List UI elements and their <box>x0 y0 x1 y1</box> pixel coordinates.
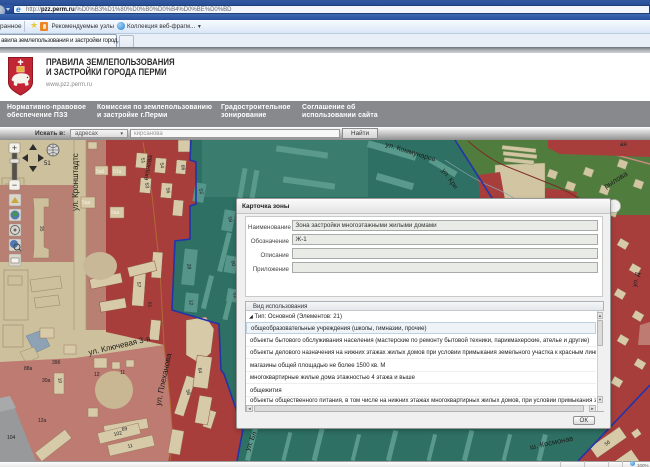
svg-text:104: 104 <box>7 435 16 441</box>
svg-text:5аа: 5аа <box>82 200 91 206</box>
svg-text:5а6: 5а6 <box>96 169 105 175</box>
svg-text:12а: 12а <box>38 418 47 424</box>
svg-text:+: + <box>12 143 17 153</box>
svg-text:57: 57 <box>135 282 142 288</box>
svg-text:−: − <box>12 180 17 190</box>
svg-text:61: 61 <box>146 302 153 308</box>
svg-text:39б: 39б <box>52 360 61 366</box>
svg-text:5аа: 5аа <box>111 210 120 216</box>
svg-text:88а: 88а <box>24 366 33 372</box>
svg-text:11: 11 <box>120 370 125 376</box>
svg-text:12: 12 <box>94 372 100 378</box>
svg-text:51: 51 <box>44 161 51 167</box>
svg-text:30а: 30а <box>42 378 51 384</box>
svg-text:51а: 51а <box>113 169 122 175</box>
svg-text:35: 35 <box>38 226 45 232</box>
svg-text:ул. Кронштадтс: ул. Кронштадтс <box>71 153 80 211</box>
svg-text:ая: ая <box>620 142 627 148</box>
